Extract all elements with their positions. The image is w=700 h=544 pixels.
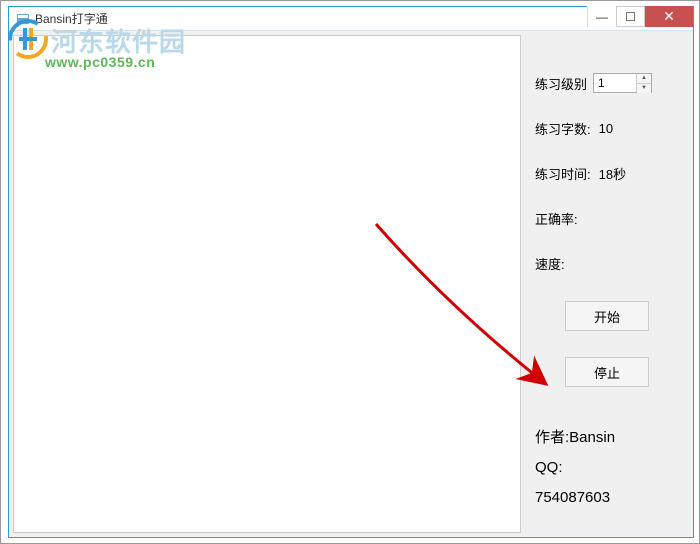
level-down-button[interactable]: ▼ xyxy=(637,84,651,93)
level-up-button[interactable]: ▲ xyxy=(637,74,651,84)
author-name: 作者:Bansin xyxy=(535,423,679,453)
window-controls: — ☐ ✕ xyxy=(587,6,693,27)
chars-row: 练习字数: 10 xyxy=(535,119,679,138)
author-info: 作者:Bansin QQ: 754087603 xyxy=(535,423,679,513)
titlebar[interactable]: Bansin打字通 — ☐ ✕ xyxy=(9,7,693,31)
speed-label: 速度: xyxy=(535,254,565,273)
level-input[interactable] xyxy=(594,74,636,92)
app-window: Bansin打字通 — ☐ ✕ 练习级别 ▲ ▼ 练习字数: 1 xyxy=(8,6,694,538)
level-label: 练习级别 xyxy=(535,74,587,93)
time-row: 练习时间: 18秒 xyxy=(535,164,679,183)
close-button[interactable]: ✕ xyxy=(645,6,693,27)
stop-button[interactable]: 停止 xyxy=(565,357,649,387)
app-icon xyxy=(15,11,31,27)
accuracy-label: 正确率: xyxy=(535,209,578,228)
client-area: 练习级别 ▲ ▼ 练习字数: 10 练习时间: 18秒 正确率: xyxy=(9,31,693,537)
chars-value: 10 xyxy=(599,121,613,136)
author-qq-label: QQ: xyxy=(535,453,679,483)
side-panel: 练习级别 ▲ ▼ 练习字数: 10 练习时间: 18秒 正确率: xyxy=(521,35,689,533)
author-qq-number: 754087603 xyxy=(535,483,679,513)
start-button[interactable]: 开始 xyxy=(565,301,649,331)
maximize-button[interactable]: ☐ xyxy=(616,6,645,27)
speed-row: 速度: xyxy=(535,254,679,273)
time-value: 18秒 xyxy=(599,164,626,183)
typing-textarea[interactable] xyxy=(13,35,521,533)
level-row: 练习级别 ▲ ▼ xyxy=(535,73,679,93)
minimize-button[interactable]: — xyxy=(587,6,616,27)
level-spinner[interactable]: ▲ ▼ xyxy=(593,73,652,93)
time-label: 练习时间: xyxy=(535,164,591,183)
accuracy-row: 正确率: xyxy=(535,209,679,228)
window-title: Bansin打字通 xyxy=(35,10,108,27)
chars-label: 练习字数: xyxy=(535,119,591,138)
